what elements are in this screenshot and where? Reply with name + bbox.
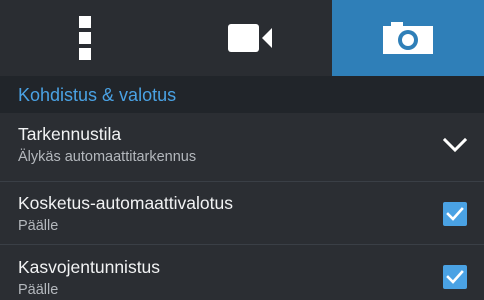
setting-title: Kasvojentunnistus — [18, 257, 161, 277]
section-title: Kohdistus & valotus — [18, 84, 177, 105]
setting-title: Tarkennustila — [18, 124, 122, 144]
camera-settings-screen: Kohdistus & valotus Tarkennustila Älykäs… — [0, 0, 484, 300]
touch-auto-exposure-checkbox[interactable] — [443, 202, 467, 226]
setting-title: Kosketus-automaattivalotus — [18, 193, 233, 213]
setting-face-detection[interactable]: Kasvojentunnistus Päälle — [0, 244, 484, 300]
checkmark-icon — [446, 270, 464, 284]
settings-list: Tarkennustila Älykäs automaattitarkennus… — [0, 113, 484, 300]
checkbox-box — [443, 265, 467, 289]
setting-value: Päälle — [18, 282, 59, 298]
dropdown-toggle[interactable] — [443, 133, 467, 157]
section-header: Kohdistus & valotus — [0, 76, 484, 113]
tab-menu[interactable] — [0, 0, 170, 76]
setting-touch-auto-exposure[interactable]: Kosketus-automaattivalotus Päälle — [0, 181, 484, 244]
mode-tab-bar — [0, 0, 484, 76]
camera-icon — [383, 22, 433, 54]
checkbox-box — [443, 202, 467, 226]
setting-value: Päälle — [18, 218, 59, 234]
setting-focus-mode[interactable]: Tarkennustila Älykäs automaattitarkennus — [0, 113, 484, 181]
video-camera-icon — [228, 24, 272, 52]
setting-value: Älykäs automaattitarkennus — [18, 149, 197, 165]
tab-photo[interactable] — [332, 0, 484, 76]
chevron-down-icon — [443, 137, 467, 153]
checkmark-icon — [446, 207, 464, 221]
more-vertical-icon — [79, 16, 91, 60]
face-detection-checkbox[interactable] — [443, 265, 467, 289]
tab-video[interactable] — [170, 0, 332, 76]
